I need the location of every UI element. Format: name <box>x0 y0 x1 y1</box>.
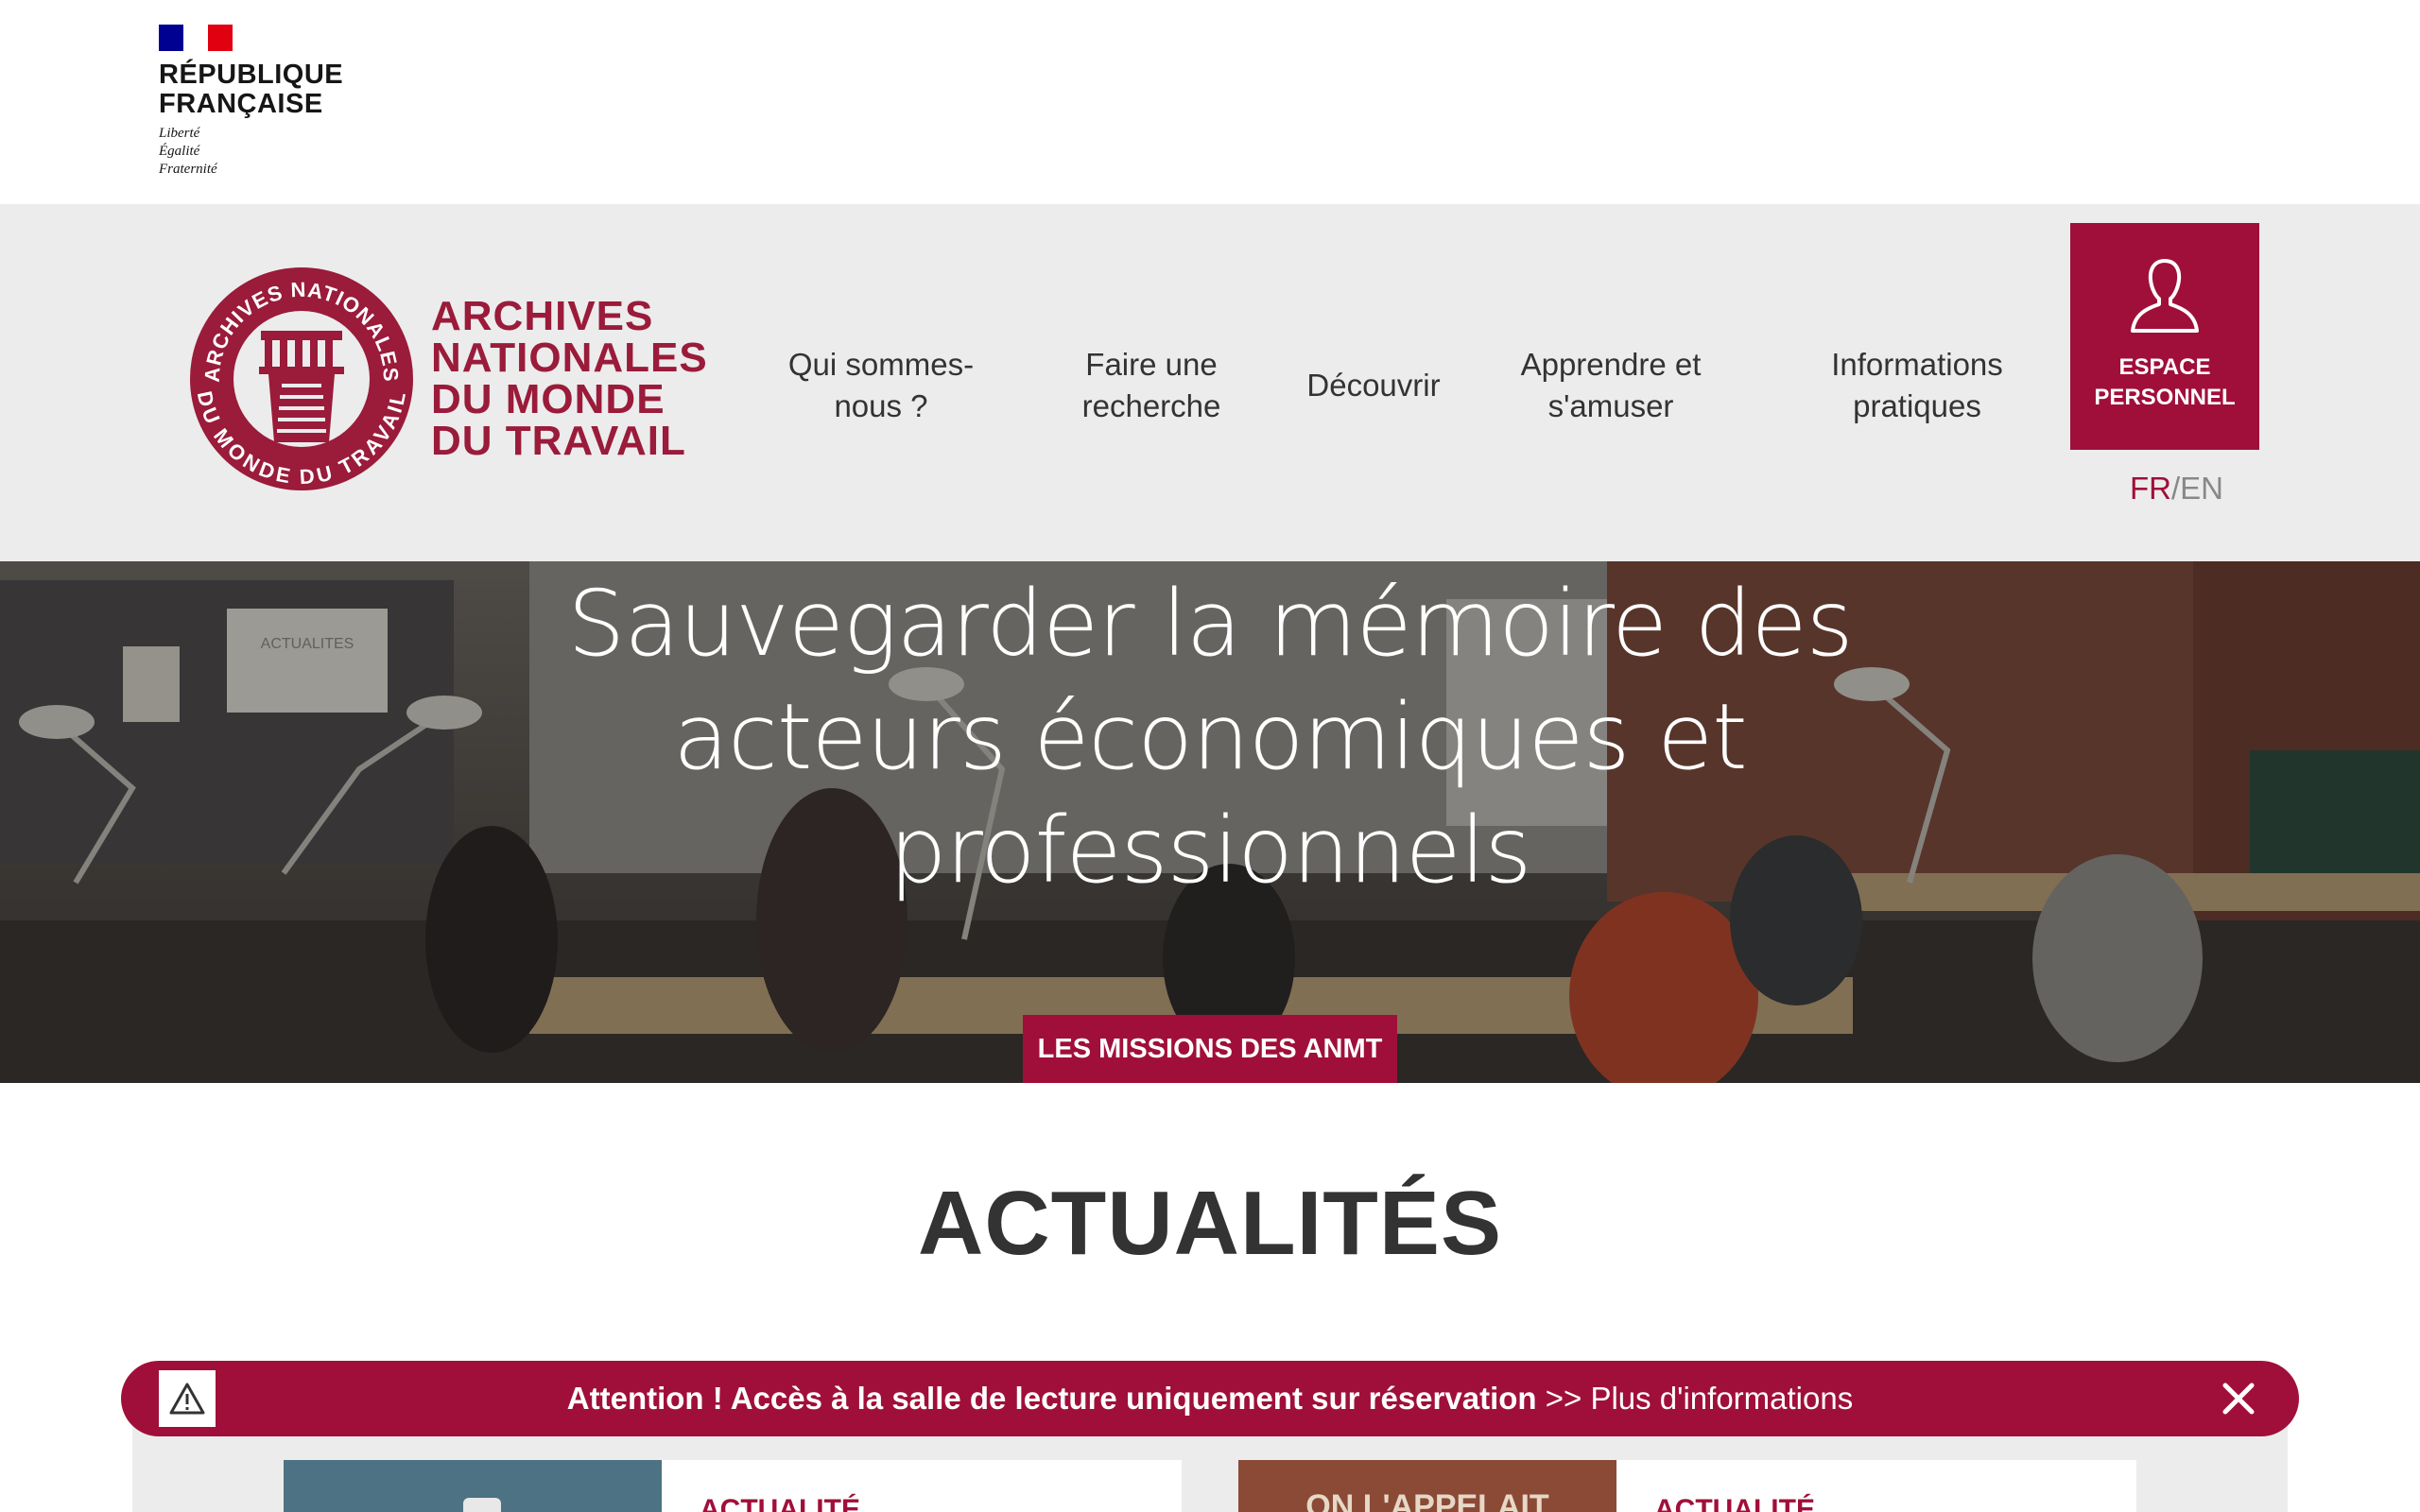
lang-fr-link[interactable]: FR <box>2130 471 2171 506</box>
anmt-seal-icon: ARCHIVES NATIONALES DU MONDE DU TRAVAIL <box>190 267 413 490</box>
marianne-flag-icon <box>159 25 233 51</box>
espace-line2: PERSONNEL <box>2094 385 2236 410</box>
news-card-tag: ACTUALITÉ <box>700 1494 860 1512</box>
nav-label-line1: Faire une <box>1085 347 1218 382</box>
user-icon <box>2131 259 2199 333</box>
hero-title-line2: acteurs économiques et <box>673 684 1748 790</box>
nav-label-line1: Apprendre et <box>1520 347 1702 382</box>
news-card-image: ON L'APPELAIT <box>1238 1460 1616 1512</box>
motto-egalite: Égalité <box>159 144 200 159</box>
anmt-logo[interactable]: ARCHIVES NATIONALES DU MONDE DU TRAVAIL <box>187 265 708 493</box>
alert-more-info-link[interactable]: >> Plus d'informations <box>1537 1381 1853 1416</box>
gov-name-line2: FRANÇAISE <box>159 89 323 119</box>
missions-button[interactable]: LES MISSIONS DES ANMT <box>1023 1015 1397 1083</box>
lang-en-link[interactable]: EN <box>2180 471 2223 506</box>
gov-motto: Liberté Égalité Fraternité <box>159 125 348 179</box>
nav-qui-sommes-nous[interactable]: Qui sommes- nous ? <box>758 344 1004 427</box>
actualites-heading: ACTUALITÉS <box>918 1173 1502 1274</box>
alert-message: Attention ! Accès à la salle de lecture … <box>121 1361 2299 1436</box>
nav-label-line1: Informations <box>1831 347 2003 382</box>
hero-title-line3: professionnels <box>889 798 1532 903</box>
espace-line1: ESPACE <box>2118 354 2211 380</box>
wordmark-line-4: DU TRAVAIL <box>431 418 686 464</box>
nav-label-line2: recherche <box>1081 388 1221 423</box>
anmt-wordmark: ARCHIVES NATIONALES DU MONDE DU TRAVAIL <box>431 296 708 462</box>
government-bar: RÉPUBLIQUE FRANÇAISE Liberté Égalité Fra… <box>0 0 2420 204</box>
site-header: ARCHIVES NATIONALES DU MONDE DU TRAVAIL <box>0 204 2420 561</box>
motto-fraternite: Fraternité <box>159 162 217 177</box>
close-icon[interactable] <box>2220 1380 2257 1418</box>
news-card-thumb-text: ON L'APPELAIT <box>1305 1488 1549 1512</box>
lang-separator: / <box>2171 471 2181 506</box>
wordmark-line-1: ARCHIVES <box>431 293 654 339</box>
news-card[interactable]: ON L'APPELAIT ACTUALITÉ <box>1238 1460 2136 1512</box>
wordmark-line-2: NATIONALES <box>431 335 708 381</box>
nav-faire-une-recherche[interactable]: Faire une recherche <box>1028 344 1274 427</box>
nav-label-line2: nous ? <box>834 388 928 423</box>
espace-personnel-label: ESPACE PERSONNEL <box>2070 352 2259 413</box>
republique-francaise-logo[interactable]: RÉPUBLIQUE FRANÇAISE Liberté Égalité Fra… <box>159 25 348 179</box>
motto-liberte: Liberté <box>159 126 200 141</box>
alert-bold-text: Attention ! Accès à la salle de lecture … <box>566 1381 1537 1416</box>
espace-personnel-button[interactable]: ESPACE PERSONNEL <box>2070 223 2259 450</box>
nav-decouvrir[interactable]: Découvrir <box>1251 365 1496 406</box>
news-card[interactable]: ACTUALITÉ <box>284 1460 1182 1512</box>
nav-label-line2: pratiques <box>1853 388 1981 423</box>
nav-informations-pratiques[interactable]: Informations pratiques <box>1794 344 2040 427</box>
wordmark-line-3: DU MONDE <box>431 376 666 422</box>
nav-label-line1: Découvrir <box>1306 368 1441 403</box>
hero-banner: ACTUALITES Sauvegarder la mémoire des ac… <box>0 561 2420 1083</box>
hero-title-line1: Sauvegarder la mémoire des <box>567 571 1853 677</box>
language-switcher: FR/EN <box>2130 471 2223 507</box>
nav-label-line1: Qui sommes- <box>787 347 975 382</box>
news-card-image <box>284 1460 662 1512</box>
nav-apprendre-et-samuser[interactable]: Apprendre et s'amuser <box>1488 344 1734 427</box>
nav-label-line2: s'amuser <box>1547 388 1674 423</box>
gov-name-line1: RÉPUBLIQUE <box>159 60 344 90</box>
news-card-tag: ACTUALITÉ <box>1654 1494 1815 1512</box>
alert-banner: Attention ! Accès à la salle de lecture … <box>121 1361 2299 1436</box>
hero-title: Sauvegarder la mémoire des acteurs écono… <box>359 567 2061 907</box>
